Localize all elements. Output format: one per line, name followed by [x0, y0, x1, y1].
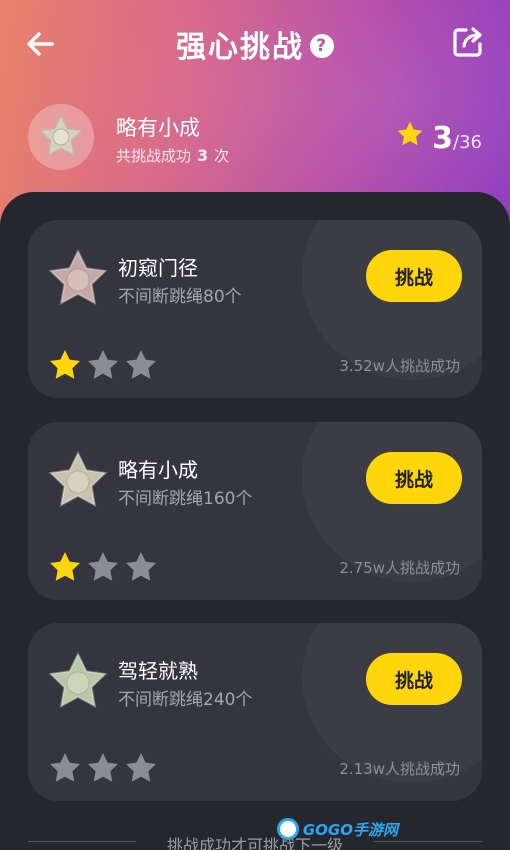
- challenge-description: 不间断跳绳160个: [118, 489, 253, 509]
- watermark-logo-icon: [276, 818, 299, 840]
- star-rating: [48, 751, 158, 785]
- star-rating: [48, 348, 158, 382]
- challenge-card: 略有小成 不间断跳绳160个 挑战 2.75w人挑战成功: [28, 422, 482, 600]
- footer-note: 挑战成功才可挑战下一级: [166, 836, 343, 850]
- watermark: GOGO手游网: [276, 818, 398, 840]
- star-empty-icon: [88, 350, 118, 379]
- stars-earned: 3: [432, 121, 454, 156]
- challenge-card: 驾轻就熟 不间断跳绳240个 挑战 2.13w人挑战成功: [28, 623, 482, 801]
- challenge-button[interactable]: 挑战: [366, 653, 462, 705]
- success-count-text: 2.13w人挑战成功: [339, 760, 460, 778]
- challenge-card: 初窥门径 不间断跳绳80个 挑战 3.52w人挑战成功: [28, 220, 482, 398]
- level-medal-icon: [48, 248, 108, 305]
- page-title-text: 强心挑战: [176, 30, 304, 65]
- star-empty-icon: [50, 753, 80, 782]
- challenge-panel: 初窥门径 不间断跳绳80个 挑战 3.52w人挑战成功 略有小成 不间断跳绳16…: [0, 192, 510, 850]
- star-filled-icon: [50, 552, 80, 581]
- star-empty-icon: [126, 552, 156, 581]
- help-icon[interactable]: ?: [310, 34, 334, 58]
- profile-level-name: 略有小成: [116, 116, 200, 140]
- star-rating: [48, 550, 158, 584]
- stars-total: /36: [453, 132, 482, 153]
- star-filled-icon: [50, 350, 80, 379]
- challenge-level-name: 略有小成: [118, 458, 198, 482]
- challenge-description: 不间断跳绳80个: [118, 287, 242, 307]
- top-bar: 强心挑战?: [0, 0, 510, 86]
- profile-medal-icon: [28, 104, 94, 170]
- challenge-description: 不间断跳绳240个: [118, 690, 253, 710]
- share-icon[interactable]: [450, 24, 486, 60]
- success-suffix: 次: [214, 147, 230, 165]
- challenge-button[interactable]: 挑战: [366, 452, 462, 504]
- challenge-level-name: 驾轻就熟: [118, 659, 198, 683]
- success-prefix: 共挑战成功: [116, 147, 192, 165]
- star-empty-icon: [126, 350, 156, 379]
- star-empty-icon: [126, 753, 156, 782]
- page-title: 强心挑战?: [0, 22, 510, 66]
- profile-success-text: 共挑战成功 3 次: [116, 145, 229, 166]
- score-star-icon: [397, 121, 423, 146]
- success-count: 3: [197, 146, 209, 165]
- watermark-text: GOGO手游网: [302, 820, 398, 839]
- footer: 挑战成功才可挑战下一级: [0, 832, 510, 850]
- star-empty-icon: [88, 753, 118, 782]
- level-medal-icon: [48, 651, 108, 708]
- challenge-level-name: 初窥门径: [118, 256, 198, 280]
- level-medal-icon: [48, 450, 108, 507]
- challenge-button[interactable]: 挑战: [366, 250, 462, 302]
- star-score: 3 /36: [396, 120, 482, 156]
- star-empty-icon: [88, 552, 118, 581]
- success-count-text: 3.52w人挑战成功: [339, 357, 460, 375]
- success-count-text: 2.75w人挑战成功: [339, 559, 460, 577]
